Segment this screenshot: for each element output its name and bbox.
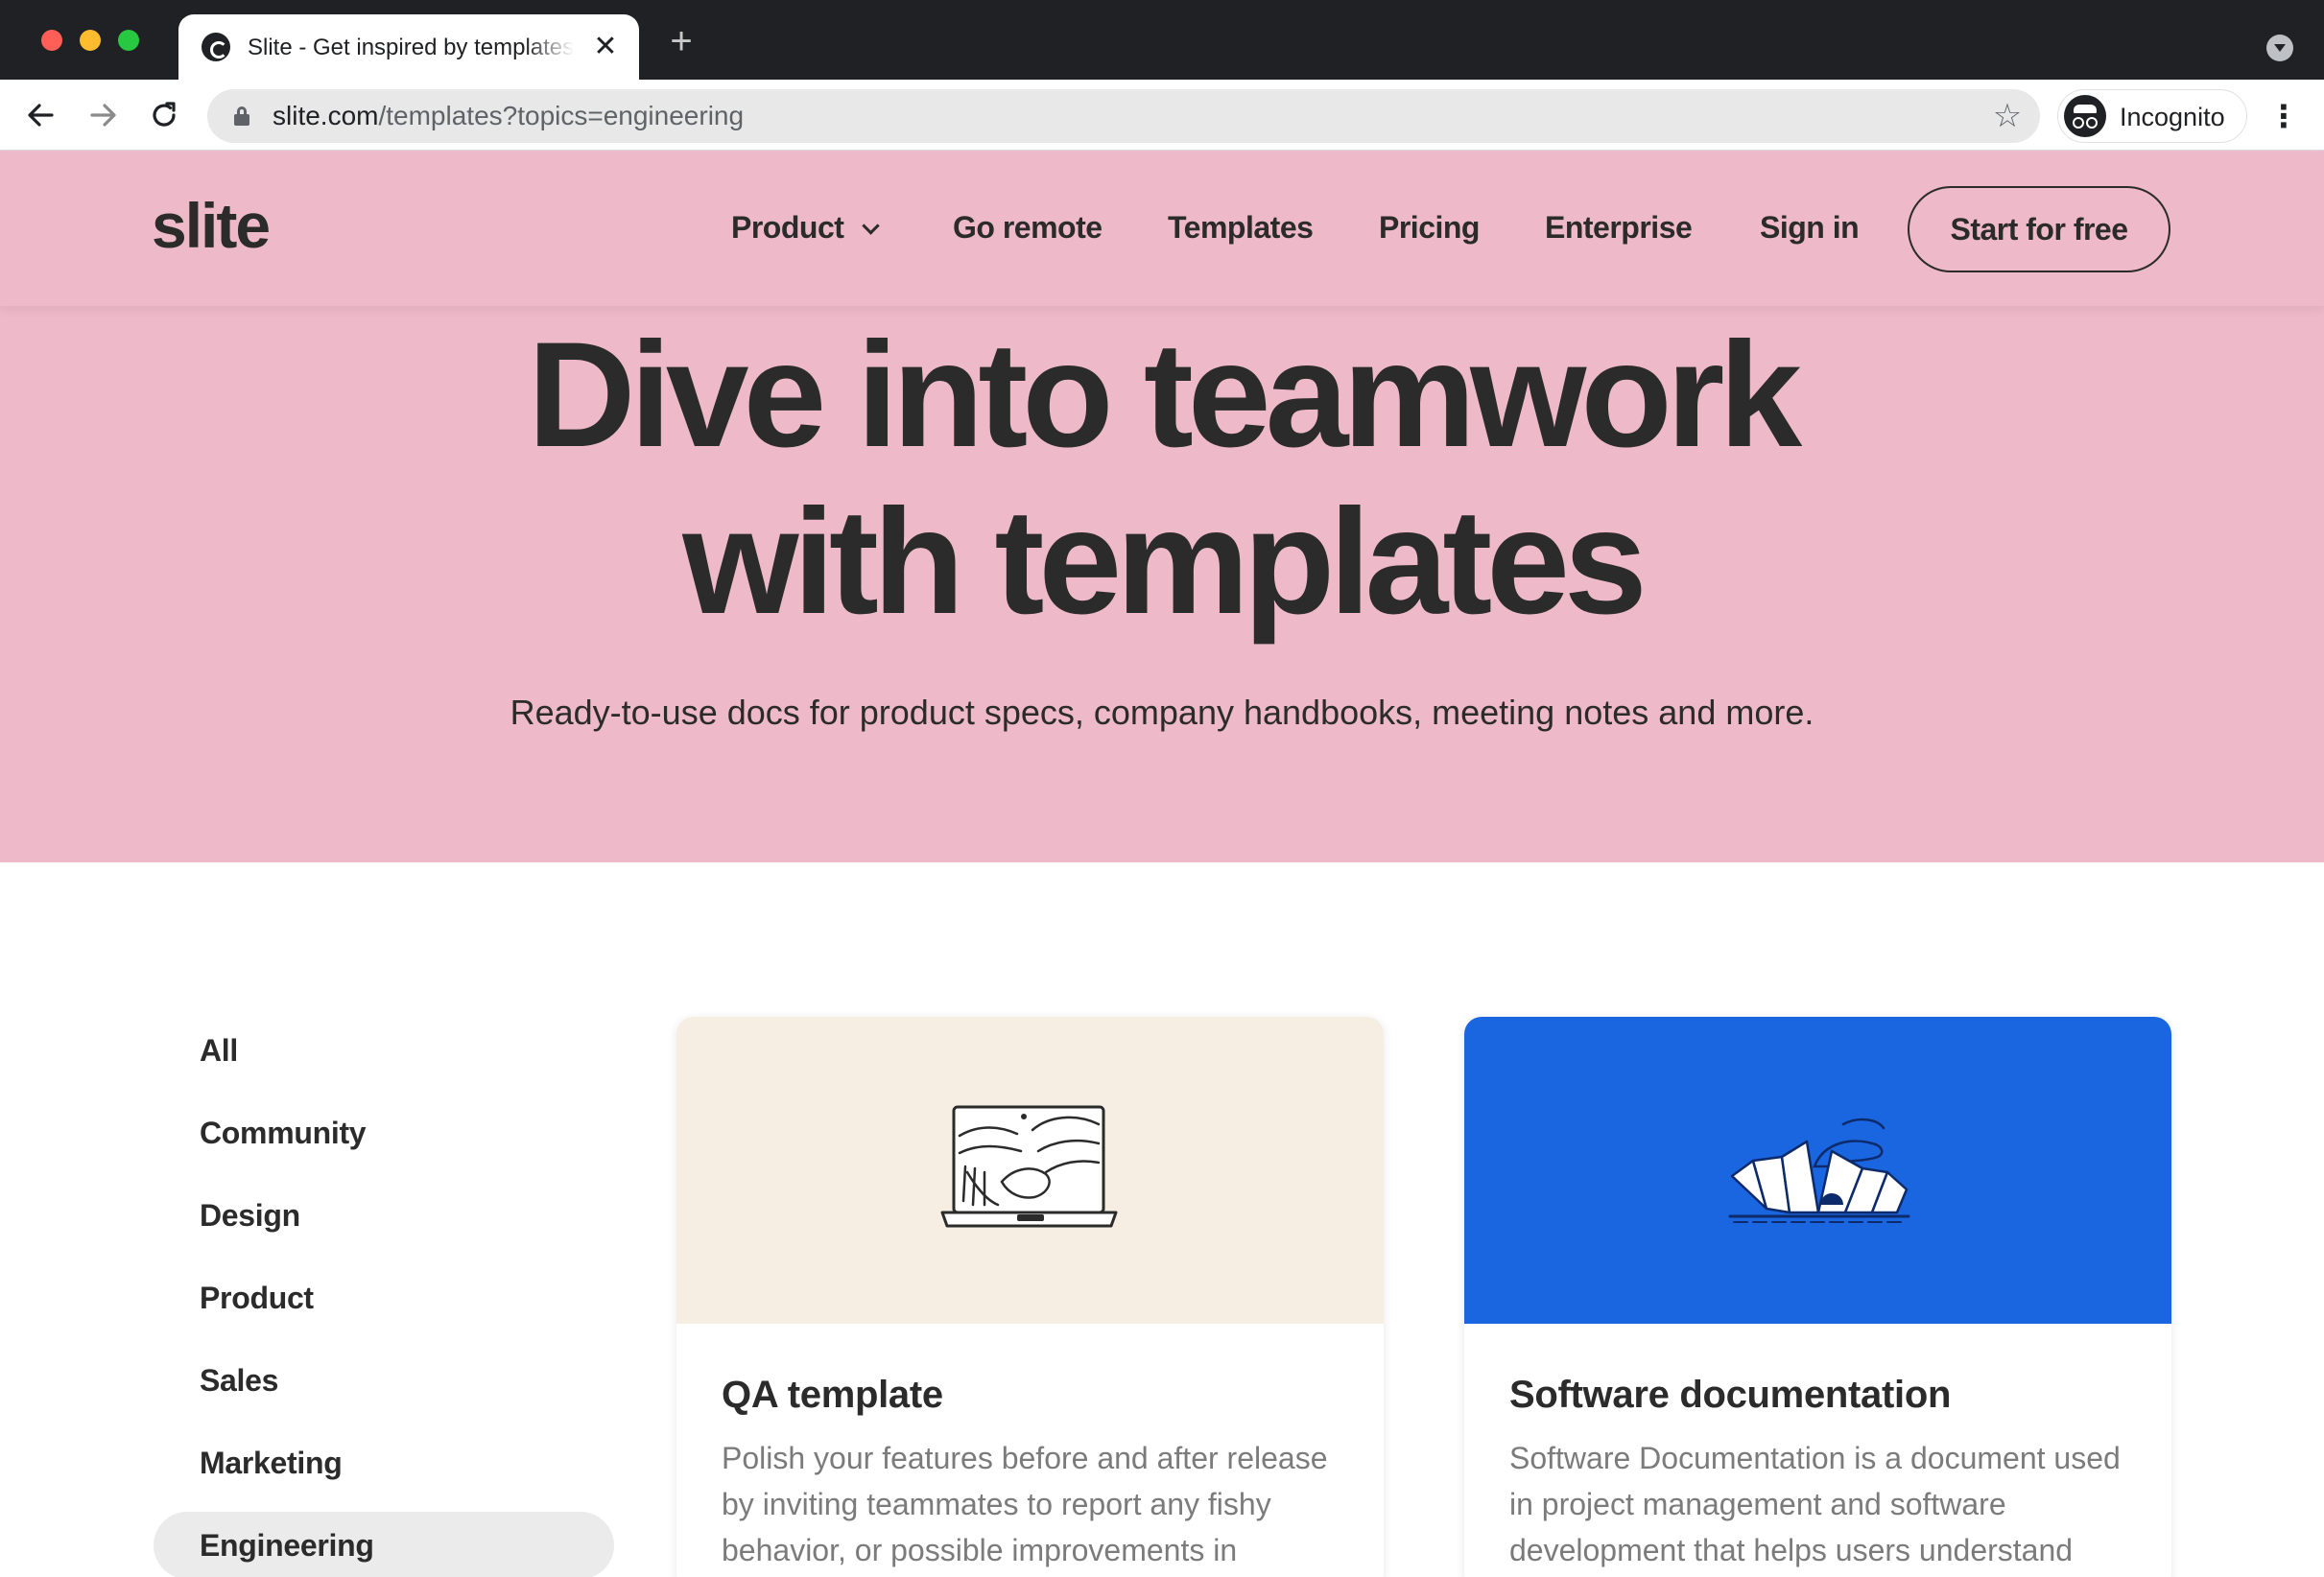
laptop-hands-illustration-icon [940, 1105, 1118, 1228]
hero-title-line-2: with templates [682, 479, 1648, 646]
incognito-label: Incognito [2120, 103, 2225, 131]
card-illustration [676, 1017, 1384, 1324]
nav-product-label: Product [731, 210, 844, 245]
tab-title: Slite - Get inspired by templates [248, 35, 574, 60]
address-bar[interactable]: slite.com/templates?topics=engineering ☆ [207, 89, 2040, 143]
card-illustration [1464, 1017, 2171, 1324]
url-path: /templates?topics=engineering [378, 101, 745, 130]
slite-favicon-icon [202, 33, 230, 61]
sidebar-item-label: Sales [200, 1363, 279, 1398]
back-arrow-icon[interactable] [21, 95, 61, 135]
sidebar-item-sales[interactable]: Sales [154, 1347, 614, 1414]
tab-search-button[interactable] [2266, 35, 2293, 61]
sidebar-item-all[interactable]: All [154, 1017, 614, 1084]
hero-title-line-1: Dive into teamwork [527, 312, 1802, 479]
kebab-menu-icon[interactable]: ⋮ [2268, 101, 2299, 131]
sidebar-item-product[interactable]: Product [154, 1264, 614, 1331]
browser-tab-active[interactable]: Slite - Get inspired by templates ✕ [178, 14, 639, 80]
forward-arrow-icon[interactable] [83, 95, 123, 135]
sidebar-item-label: Product [200, 1281, 314, 1315]
incognito-icon [2064, 95, 2106, 137]
browser-toolbar: slite.com/templates?topics=engineering ☆… [0, 80, 2324, 151]
window-zoom-button[interactable] [118, 30, 139, 51]
hero-section: Dive into teamwork with templates Ready-… [0, 306, 2324, 862]
window-minimize-button[interactable] [80, 30, 101, 51]
template-card-qa[interactable]: QA template Polish your features before … [676, 1017, 1384, 1577]
sidebar-item-label: Community [200, 1116, 367, 1150]
sidebar-item-marketing[interactable]: Marketing [154, 1429, 614, 1496]
tab-close-icon[interactable]: ✕ [591, 33, 620, 61]
sidebar-item-design[interactable]: Design [154, 1182, 614, 1249]
reload-icon[interactable] [144, 95, 184, 135]
hero-title: Dive into teamwork with templates [0, 312, 2324, 646]
sidebar-item-label: Engineering [200, 1528, 374, 1563]
star-icon[interactable]: ☆ [1990, 99, 2025, 133]
nav-go-remote[interactable]: Go remote [953, 208, 1103, 247]
open-book-hand-illustration-icon [1728, 1118, 1910, 1223]
incognito-profile-button[interactable]: Incognito [2057, 89, 2247, 143]
sidebar-item-label: Design [200, 1198, 300, 1233]
site-header: slite Product Go remote Templates Pricin… [0, 151, 2324, 306]
sidebar-item-label: All [200, 1033, 238, 1068]
nav-enterprise[interactable]: Enterprise [1545, 208, 1693, 247]
start-for-free-button[interactable]: Start for free [1908, 186, 2170, 272]
chevron-down-icon [862, 217, 881, 235]
new-tab-button[interactable]: + [664, 22, 699, 60]
slite-logo[interactable]: slite [152, 189, 271, 262]
sidebar-item-label: Marketing [200, 1446, 343, 1480]
lock-icon[interactable] [234, 106, 249, 126]
card-description: Software Documentation is a document use… [1509, 1441, 2121, 1567]
card-title: QA template [722, 1374, 943, 1416]
nav-sign-in[interactable]: Sign in [1760, 208, 1860, 247]
nav-templates[interactable]: Templates [1168, 208, 1314, 247]
sidebar-item-community[interactable]: Community [154, 1099, 614, 1166]
card-title: Software documentation [1509, 1374, 1952, 1416]
nav-product[interactable]: Product [731, 208, 881, 247]
hero-subtitle: Ready-to-use docs for product specs, com… [510, 693, 1814, 732]
nav-pricing[interactable]: Pricing [1379, 208, 1480, 247]
browser-tab-strip: Slite - Get inspired by templates ✕ + [0, 0, 2324, 80]
template-card-software-documentation[interactable]: Software documentation Software Document… [1464, 1017, 2171, 1577]
card-description: Polish your features before and after re… [722, 1441, 1328, 1567]
window-close-button[interactable] [41, 30, 62, 51]
sidebar-item-engineering[interactable]: Engineering [154, 1512, 614, 1577]
url-host: slite.com [273, 101, 379, 130]
url-text[interactable]: slite.com/templates?topics=engineering [273, 101, 744, 131]
